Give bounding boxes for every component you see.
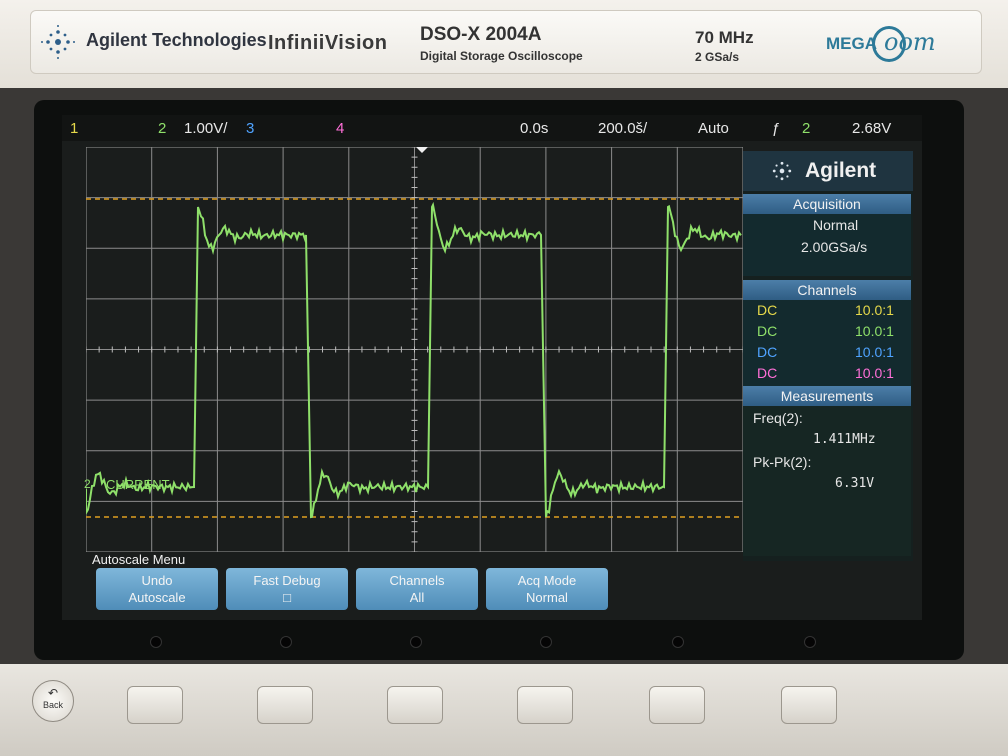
softkey-label: Undo (141, 573, 173, 588)
menu-title: Autoscale Menu (92, 552, 186, 567)
channel-2-indicator[interactable]: 2 (158, 120, 166, 137)
ch3-coupling: DC (757, 344, 778, 360)
freq-value: 1.411MHz (813, 432, 876, 447)
panel-brand-text: Agilent (805, 159, 877, 182)
softkey-led (150, 636, 162, 648)
softkey-label: Fast Debug (253, 573, 321, 588)
acquisition-section: Normal 2.00GSa/s (743, 214, 911, 276)
panel-brand: Agilent (743, 151, 913, 191)
trace-label: CURRENT (106, 477, 170, 492)
hardware-softkey-5[interactable] (649, 686, 705, 724)
megazoom-zoom: oom (884, 28, 936, 56)
softkey-value: Normal (526, 590, 568, 605)
ch4-coupling: DC (757, 365, 778, 381)
softkey-led (540, 636, 552, 648)
product-name: InfiniiVision (268, 32, 388, 54)
trigger-level: 2.68V (852, 120, 892, 137)
back-arrow-icon: ↶ (47, 686, 59, 700)
model-number: DSO-X 2004A (420, 24, 542, 45)
bandwidth-label: 70 MHz (695, 28, 754, 47)
softkey-led (410, 636, 422, 648)
acquisition-header[interactable]: Acquisition (743, 194, 911, 214)
trigger-source: 2 (802, 120, 811, 137)
softkey-value: All (409, 590, 425, 605)
ch4-probe: 10.0:1 (855, 365, 894, 381)
agilent-spark-icon (41, 25, 75, 59)
channel-4-indicator[interactable]: 4 (336, 120, 344, 137)
softkey-label: Acq Mode (517, 573, 577, 588)
measurements-section: Freq(2): 1.411MHz Pk-Pk(2): 6.31V (743, 406, 911, 556)
acq-mode-softkey[interactable]: Acq Mode Normal (486, 568, 608, 610)
hardware-softkey-2[interactable] (257, 686, 313, 724)
oscilloscope-screen: 1 2 1.00V/ 3 4 0.0s 200.0š/ Auto ƒ 2 2.6… (62, 115, 922, 620)
undo-autoscale-softkey[interactable]: Undo Autoscale (96, 568, 218, 610)
agilent-spark-icon (772, 161, 792, 181)
back-button-label: Back (42, 700, 63, 710)
hardware-softkey-6[interactable] (781, 686, 837, 724)
softkey-led (672, 636, 684, 648)
info-panel: Agilent Acquisition Normal 2.00GSa/s Cha… (743, 151, 913, 561)
fast-debug-softkey[interactable]: Fast Debug □ (226, 568, 348, 610)
channels-header[interactable]: Channels (743, 280, 911, 300)
trace-channel-marker: 2 (84, 477, 91, 491)
channels-softkey[interactable]: Channels All (356, 568, 478, 610)
megazoom-mega: MEGA (826, 34, 877, 53)
softkey-led (280, 636, 292, 648)
acquisition-rate: 2.00GSa/s (801, 239, 868, 255)
pkpk-label: Pk-Pk(2): (753, 454, 812, 470)
ch3-probe: 10.0:1 (855, 344, 894, 360)
trigger-mode: Auto (698, 120, 729, 137)
company-name: Agilent Technologies (86, 30, 267, 50)
time-scale: 200.0š/ (598, 120, 648, 137)
ch2-coupling: DC (757, 323, 778, 339)
measurements-header[interactable]: Measurements (743, 386, 911, 406)
waveform-graticule (86, 147, 743, 552)
rising-edge-trigger-icon: ƒ (772, 120, 781, 137)
softkey-value: Autoscale (128, 590, 186, 605)
acquisition-mode: Normal (813, 217, 859, 233)
time-delay: 0.0s (520, 120, 549, 137)
channels-section: DC 10.0:1 DC 10.0:1 DC 10.0:1 DC 10.0:1 (743, 300, 911, 386)
checkbox-icon: □ (283, 590, 291, 605)
freq-label: Freq(2): (753, 410, 803, 426)
softkey-label: Channels (389, 573, 445, 588)
softkey-led (804, 636, 816, 648)
ch1-probe: 10.0:1 (855, 302, 894, 318)
channel-2-scale: 1.00V/ (184, 120, 228, 137)
back-button[interactable]: ↶ Back (32, 680, 74, 722)
model-subtitle: Digital Storage Oscilloscope (420, 49, 583, 63)
channel-1-indicator[interactable]: 1 (70, 120, 78, 137)
ch2-probe: 10.0:1 (855, 323, 894, 339)
pkpk-value: 6.31V (835, 476, 875, 491)
ch1-coupling: DC (757, 302, 778, 318)
hardware-softkey-3[interactable] (387, 686, 443, 724)
status-bar: 1 2 1.00V/ 3 4 0.0s 200.0š/ Auto ƒ 2 2.6… (62, 115, 922, 141)
hardware-softkey-4[interactable] (517, 686, 573, 724)
hardware-softkey-1[interactable] (127, 686, 183, 724)
channel-3-indicator[interactable]: 3 (246, 120, 254, 137)
sample-rate-label: 2 GSa/s (695, 50, 740, 64)
